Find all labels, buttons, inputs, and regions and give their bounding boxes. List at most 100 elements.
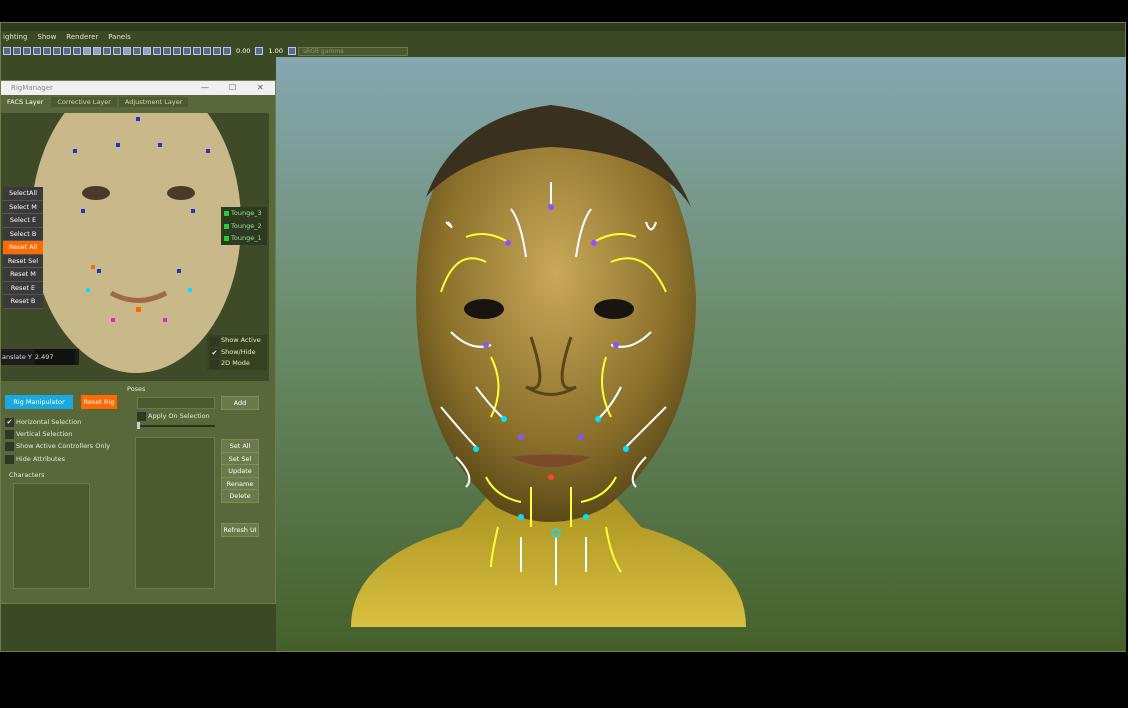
show-active-toggle[interactable]: Show Active bbox=[207, 335, 267, 347]
color-mode-icon[interactable] bbox=[287, 47, 296, 55]
tounge-list: Tounge_3 Tounge_2 Tounge_1 bbox=[221, 207, 267, 245]
layer-tabs: FACS Layer Corrective Layer Adjustment L… bbox=[1, 95, 275, 107]
face-render bbox=[351, 105, 746, 627]
reset-rig-button[interactable]: Reset Rig bbox=[81, 395, 117, 409]
2d-mode-checkbox[interactable] bbox=[210, 360, 219, 369]
set-all-button[interactable]: Set All bbox=[221, 439, 259, 453]
reset-all-button[interactable]: Reset All bbox=[3, 241, 43, 255]
horizontal-selection-label: Horizontal Selection bbox=[16, 418, 82, 426]
hide-attributes-option[interactable]: Hide Attributes bbox=[5, 454, 65, 464]
delete-button[interactable]: Delete bbox=[221, 489, 259, 503]
tab-corrective-layer[interactable]: Corrective Layer bbox=[51, 97, 117, 107]
camera-icon[interactable] bbox=[73, 47, 81, 55]
select-icon[interactable] bbox=[183, 47, 191, 55]
sphere-icon[interactable] bbox=[103, 47, 111, 55]
apply-on-selection-checkbox[interactable] bbox=[137, 412, 146, 421]
material-icon[interactable] bbox=[153, 47, 161, 55]
exposure-icon[interactable] bbox=[223, 47, 231, 55]
rig-manager-window: RigManager — ☐ ✕ FACS Layer Corrective L… bbox=[0, 80, 276, 604]
light-icon[interactable] bbox=[133, 47, 141, 55]
isolate-icon[interactable] bbox=[173, 47, 181, 55]
vertical-selection-option[interactable]: Vertical Selection bbox=[5, 429, 72, 439]
pose-blend-slider[interactable] bbox=[137, 422, 215, 429]
rig-manager-title: RigManager bbox=[11, 84, 53, 92]
view-wide-icon[interactable] bbox=[63, 47, 71, 55]
tounge-3-item[interactable]: Tounge_3 bbox=[221, 207, 267, 220]
tab-facs-layer[interactable]: FACS Layer bbox=[1, 97, 50, 107]
hide-attributes-checkbox[interactable] bbox=[5, 455, 14, 464]
horizontal-selection-option[interactable]: ✔ Horizontal Selection bbox=[5, 417, 81, 427]
select-all-button[interactable]: SelectAll bbox=[3, 187, 43, 201]
view-split-icon[interactable] bbox=[43, 47, 51, 55]
gamma-value[interactable]: 1.00 bbox=[268, 47, 282, 55]
show-active-controllers-checkbox[interactable] bbox=[5, 442, 14, 451]
vertical-selection-label: Vertical Selection bbox=[16, 430, 73, 438]
rig-manipulator-button[interactable]: Rig Manipulator bbox=[5, 395, 73, 409]
translate-label: anslate Y bbox=[2, 353, 32, 361]
texture-icon[interactable] bbox=[123, 47, 131, 55]
pen-tool-icon[interactable] bbox=[13, 47, 21, 55]
color-mode-select[interactable]: sRGB gamma bbox=[297, 46, 408, 56]
shading-icon[interactable] bbox=[93, 47, 101, 55]
show-hide-checkbox[interactable]: ✔ bbox=[210, 348, 219, 358]
show-active-controllers-option[interactable]: Show Active Controllers Only bbox=[5, 441, 110, 451]
reset-m-button[interactable]: Reset M bbox=[3, 268, 43, 282]
snapshot-icon[interactable] bbox=[193, 47, 201, 55]
select-b-button[interactable]: Select B bbox=[3, 227, 43, 241]
exposure-value[interactable]: 0.00 bbox=[236, 47, 250, 55]
right-eye bbox=[594, 299, 634, 319]
render-icon[interactable] bbox=[163, 47, 171, 55]
2d-mode-label: 2D Mode bbox=[221, 359, 250, 367]
menu-renderer[interactable]: Renderer bbox=[66, 33, 98, 45]
reset-sel-button[interactable]: Reset Sel bbox=[3, 254, 43, 268]
cube-icon[interactable] bbox=[83, 47, 91, 55]
display-options: Show Active ✔ Show/Hide 2D Mode bbox=[207, 335, 267, 370]
show-hide-label: Show/Hide bbox=[221, 347, 256, 356]
gamma-icon[interactable] bbox=[255, 47, 264, 55]
shadow-icon[interactable] bbox=[143, 47, 151, 55]
update-button[interactable]: Update bbox=[221, 464, 259, 478]
select-e-button[interactable]: Select E bbox=[3, 214, 43, 228]
menu-panels[interactable]: Panels bbox=[108, 33, 131, 45]
show-active-controllers-label: Show Active Controllers Only bbox=[16, 442, 111, 450]
translate-value[interactable]: 2.497 bbox=[34, 349, 75, 365]
show-hide-toggle[interactable]: ✔ Show/Hide bbox=[207, 347, 267, 359]
pose-name-input[interactable] bbox=[137, 397, 215, 409]
slider-handle[interactable] bbox=[137, 422, 140, 429]
refresh-ui-button[interactable]: Refresh UI bbox=[221, 523, 259, 537]
gate-icon[interactable] bbox=[213, 47, 221, 55]
toolbar: 0.00 1.00 sRGB gamma bbox=[1, 45, 1125, 57]
resolution-icon[interactable] bbox=[203, 47, 211, 55]
select-m-button[interactable]: Select M bbox=[3, 200, 43, 214]
add-pose-button[interactable]: Add bbox=[221, 396, 259, 410]
characters-label: Characters bbox=[9, 471, 45, 479]
translate-field[interactable]: anslate Y 2.497 bbox=[1, 349, 79, 365]
move-tool-icon[interactable] bbox=[3, 47, 11, 55]
show-active-label: Show Active bbox=[221, 336, 261, 344]
minimize-icon[interactable]: — bbox=[201, 81, 209, 95]
view-single-icon[interactable] bbox=[33, 47, 41, 55]
menu-lighting[interactable]: ighting bbox=[3, 33, 27, 45]
maximize-icon[interactable]: ☐ bbox=[229, 81, 236, 95]
view-quad-icon[interactable] bbox=[53, 47, 61, 55]
tounge-2-item[interactable]: Tounge_2 bbox=[221, 220, 267, 233]
tounge-1-item[interactable]: Tounge_1 bbox=[221, 232, 267, 245]
grid-icon[interactable] bbox=[23, 47, 31, 55]
reset-b-button[interactable]: Reset B bbox=[3, 295, 43, 309]
characters-list[interactable] bbox=[13, 483, 90, 589]
apply-on-selection-option[interactable]: Apply On Selection bbox=[137, 411, 210, 421]
horizontal-selection-checkbox[interactable]: ✔ bbox=[5, 418, 14, 427]
menu-bar: ighting Show Renderer Panels bbox=[1, 33, 131, 45]
wire-icon[interactable] bbox=[113, 47, 121, 55]
vertical-selection-checkbox[interactable] bbox=[5, 430, 14, 439]
show-active-checkbox[interactable] bbox=[210, 337, 219, 346]
reset-e-button[interactable]: Reset E bbox=[3, 281, 43, 295]
3d-viewport[interactable] bbox=[276, 57, 1126, 651]
facs-face-panel[interactable]: SelectAll Select M Select E Select B Res… bbox=[1, 113, 269, 381]
apply-on-selection-label: Apply On Selection bbox=[148, 412, 210, 420]
poses-list[interactable] bbox=[135, 437, 215, 589]
tab-adjustment-layer[interactable]: Adjustment Layer bbox=[118, 97, 189, 107]
2d-mode-toggle[interactable]: 2D Mode bbox=[207, 358, 267, 370]
menu-show[interactable]: Show bbox=[37, 33, 56, 45]
close-icon[interactable]: ✕ bbox=[257, 81, 264, 95]
